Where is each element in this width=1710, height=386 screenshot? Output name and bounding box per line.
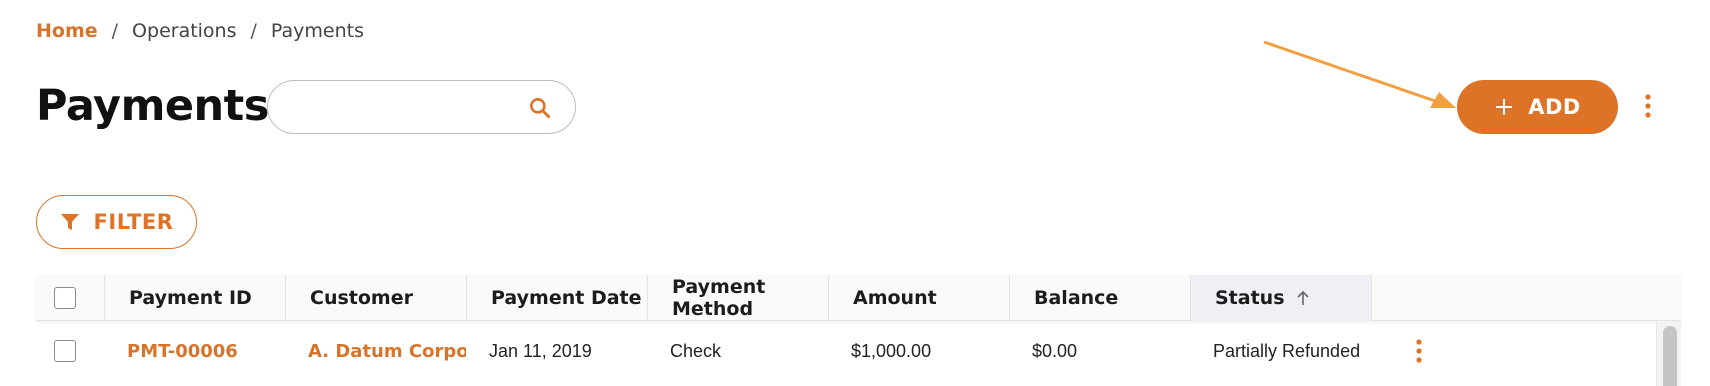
more-vertical-icon[interactable] — [1411, 337, 1427, 367]
plus-icon — [1496, 99, 1513, 115]
balance-cell: $0.00 — [1032, 340, 1078, 361]
select-all-checkbox[interactable] — [54, 287, 76, 309]
payment-method-cell: Check — [670, 340, 722, 361]
search-box[interactable] — [267, 80, 576, 134]
status-cell: Partially Refunded — [1213, 340, 1361, 361]
scrollbar-thumb[interactable] — [1663, 326, 1677, 386]
breadcrumb-separator: / — [111, 20, 119, 42]
breadcrumb-item-payments: Payments — [270, 20, 365, 42]
breadcrumb: Home / Operations / Payments — [36, 18, 364, 44]
column-header-payment-method[interactable]: Payment Method — [648, 275, 828, 321]
column-header-balance[interactable]: Balance — [1010, 275, 1190, 321]
filter-button[interactable]: FILTER — [36, 195, 197, 249]
arrow-up-icon — [1296, 290, 1309, 305]
column-header-customer[interactable]: Customer — [286, 275, 466, 321]
vertical-scrollbar[interactable] — [1656, 322, 1681, 386]
column-header-amount[interactable]: Amount — [829, 275, 1009, 321]
breadcrumb-separator: / — [250, 20, 257, 42]
table-header: Payment ID Customer Payment Date Payment… — [36, 275, 1681, 321]
payments-table: Payment ID Customer Payment Date Payment… — [36, 275, 1681, 386]
breadcrumb-item-operations[interactable]: Operations — [132, 20, 236, 42]
row-checkbox[interactable] — [54, 340, 76, 362]
add-button[interactable]: ADD — [1457, 80, 1618, 134]
filter-button-label: FILTER — [93, 210, 174, 234]
more-vertical-icon[interactable] — [1640, 92, 1656, 122]
add-button-label: ADD — [1528, 95, 1581, 119]
payment-id-link[interactable]: PMT-00006 — [127, 322, 285, 380]
column-divider[interactable] — [1371, 275, 1372, 321]
filter-icon — [60, 214, 79, 230]
breadcrumb-home-link[interactable]: Home — [36, 20, 98, 42]
column-header-status[interactable]: Status — [1191, 275, 1371, 321]
page-title: Payments — [36, 81, 269, 131]
search-icon[interactable] — [527, 95, 553, 121]
customer-link[interactable]: A. Datum Corporat — [308, 322, 466, 380]
amount-cell: $1,000.00 — [851, 340, 932, 361]
column-header-payment-date[interactable]: Payment Date — [467, 275, 647, 321]
column-header-payment-id[interactable]: Payment ID — [105, 275, 285, 321]
table-row[interactable]: PMT-00006 A. Datum Corporat Jan 11, 2019… — [36, 322, 1656, 386]
annotation-arrow — [1263, 40, 1456, 108]
payment-date-cell: Jan 11, 2019 — [489, 340, 592, 361]
search-input[interactable] — [288, 91, 518, 123]
